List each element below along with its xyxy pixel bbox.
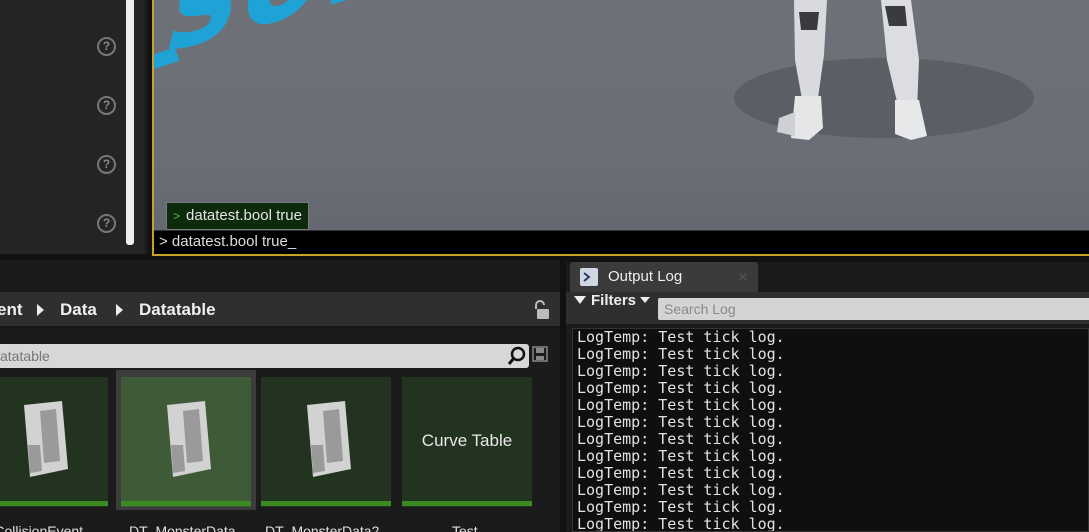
- details-panel: ? ? ? ?: [0, 0, 148, 254]
- console-input[interactable]: > datatest.bool true_: [154, 230, 1089, 254]
- output-log-panel: Output Log ✕ Filters Search Log LogTemp:…: [566, 262, 1089, 532]
- filter-icon: [574, 296, 586, 304]
- search-log-input[interactable]: Search Log: [658, 298, 1089, 320]
- breadcrumb: ent Data Datatable: [0, 292, 560, 328]
- curve-table-thumb-text: Curve Table: [421, 431, 513, 450]
- level-viewport[interactable]: son > datatest.bool true > datatest.bool …: [152, 0, 1089, 256]
- log-line: LogTemp: Test tick log.: [577, 328, 785, 346]
- asset-thumbnail: [121, 377, 251, 507]
- data-table-icon: [167, 401, 211, 477]
- asset-label: T_CollisionEvent: [0, 523, 84, 532]
- details-scrollbar[interactable]: [126, 0, 134, 245]
- log-line: LogTemp: Test tick log.: [577, 396, 785, 414]
- tab-output-log[interactable]: Output Log ✕: [570, 262, 758, 292]
- log-line: LogTemp: Test tick log.: [577, 362, 785, 380]
- asset-label: DT_MonsterData: [129, 523, 236, 532]
- breadcrumb-item[interactable]: Datatable: [139, 292, 216, 328]
- save-search-icon[interactable]: [532, 346, 548, 362]
- console-autocomplete-suggestion[interactable]: > datatest.bool true: [166, 202, 309, 230]
- help-icon[interactable]: ?: [97, 96, 116, 115]
- log-text-area[interactable]: LogTemp: Test tick log. LogTemp: Test ti…: [572, 328, 1089, 532]
- asset-label: DT_MonsterData2: [265, 523, 380, 532]
- filters-label: Filters: [591, 292, 637, 309]
- log-line: LogTemp: Test tick log.: [577, 430, 785, 448]
- lock-icon[interactable]: [532, 300, 550, 320]
- breadcrumb-item[interactable]: ent: [0, 292, 23, 328]
- log-line: LogTemp: Test tick log.: [577, 447, 785, 465]
- mannequin-legs: [734, 0, 1034, 140]
- log-line: LogTemp: Test tick log.: [577, 413, 785, 431]
- log-line: LogTemp: Test tick log.: [577, 345, 785, 363]
- breadcrumb-separator-icon[interactable]: [37, 304, 44, 316]
- content-browser: ent Data Datatable atatable T_CollisionE…: [0, 260, 560, 532]
- asset-type-bar: [0, 501, 108, 506]
- data-table-icon: [24, 401, 68, 477]
- tab-label: Output Log: [608, 268, 683, 285]
- asset-thumbnail: [0, 377, 108, 507]
- search-icon[interactable]: [507, 346, 527, 366]
- asset-type-bar: [121, 501, 251, 506]
- asset-tile[interactable]: T_CollisionEvent: [0, 377, 108, 532]
- asset-tile-selected[interactable]: DT_MonsterData: [116, 370, 256, 532]
- filters-dropdown[interactable]: Filters: [574, 292, 651, 324]
- breadcrumb-separator-icon[interactable]: [116, 304, 123, 316]
- log-line: LogTemp: Test tick log.: [577, 498, 785, 516]
- help-icon[interactable]: ?: [97, 37, 116, 56]
- asset-tile[interactable]: Curve Table Test: [402, 377, 532, 532]
- close-tab-icon[interactable]: ✕: [738, 271, 750, 283]
- console-icon: [580, 268, 598, 286]
- log-line: LogTemp: Test tick log.: [577, 515, 785, 532]
- help-icon[interactable]: ?: [97, 214, 116, 233]
- asset-thumbnail: Curve Table: [402, 377, 532, 507]
- log-line: LogTemp: Test tick log.: [577, 379, 785, 397]
- console-suggestion-text: datatest.bool true: [186, 207, 302, 224]
- log-lines: LogTemp: Test tick log. LogTemp: Test ti…: [573, 328, 1088, 532]
- output-log-toolbar: Filters Search Log: [566, 292, 1089, 324]
- log-line: LogTemp: Test tick log.: [577, 464, 785, 482]
- floor-decal-text: son: [154, 0, 439, 86]
- data-table-icon: [307, 401, 351, 477]
- breadcrumb-item[interactable]: Data: [60, 292, 97, 328]
- asset-tile[interactable]: DT_MonsterData2: [261, 377, 391, 532]
- console-prompt-icon: >: [173, 209, 181, 223]
- asset-search-input[interactable]: atatable: [0, 344, 529, 368]
- asset-thumbnail: [261, 377, 391, 507]
- asset-type-bar: [261, 501, 391, 506]
- log-line: LogTemp: Test tick log.: [577, 481, 785, 499]
- help-icon[interactable]: ?: [97, 155, 116, 174]
- asset-type-bar: [402, 501, 532, 506]
- panel-splitter[interactable]: [145, 0, 148, 254]
- chevron-down-icon: [640, 297, 651, 303]
